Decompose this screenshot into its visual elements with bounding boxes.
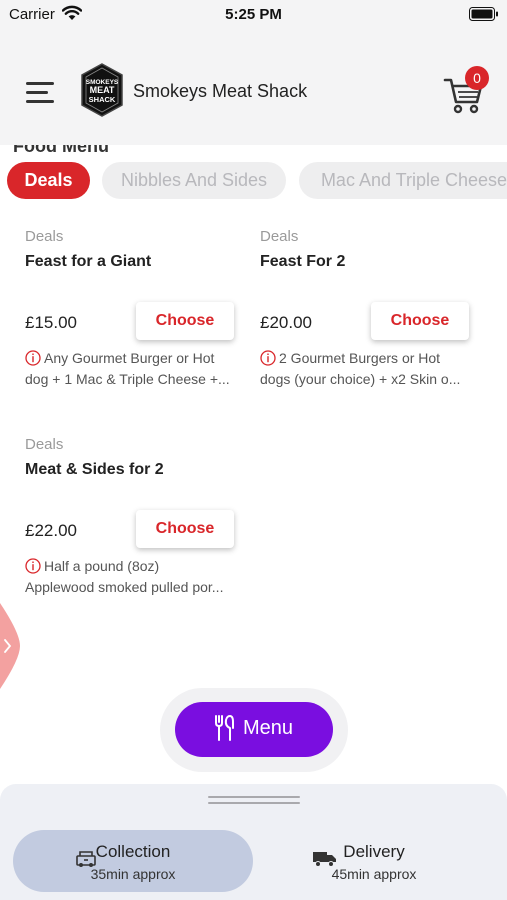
product-price: £15.00 [25,313,77,332]
menu-button[interactable]: Menu [175,702,333,757]
product-description: 2 Gourmet Burgers or Hot dogs (your choi… [260,348,472,390]
choose-button[interactable]: Choose [371,302,469,340]
menu-button-label: Menu [243,717,294,739]
delivery-option[interactable]: Delivery 45min approx [254,830,494,892]
hamburger-menu-icon[interactable] [26,80,58,104]
description-line-2: Applewood smoked pulled por... [25,579,224,595]
collection-option[interactable]: Collection 35min approx [13,830,253,892]
choose-button[interactable]: Choose [136,302,234,340]
cart-button[interactable]: 0 [443,66,491,114]
utensils-icon [215,715,234,741]
product-description: Half a pound (8oz) Applewood smoked pull… [25,556,237,598]
side-drawer-tab[interactable] [0,603,20,689]
cart-count-badge: 0 [465,66,489,90]
info-icon [25,350,41,366]
product-price: £20.00 [260,313,312,332]
description-line-2: dogs (your choice) + x2 Skin o... [260,371,461,387]
description-line-1: Any Gourmet Burger or Hot [44,350,215,366]
product-description: Any Gourmet Burger or Hot dog + 1 Mac & … [25,348,237,390]
category-tabs: Deals Nibbles And Sides Mac And Triple C… [0,162,507,200]
logo-text-3: SHACK [89,95,116,104]
section-title: Food Menu [13,145,109,156]
product-card[interactable]: Deals Feast For 2 £20.00 Choose 2 Gourme… [260,228,475,398]
battery-icon [469,7,498,21]
collection-time: 35min approx [90,866,176,882]
product-category: Deals [25,228,64,245]
status-bar: Carrier 5:25 PM [0,0,507,30]
collection-title: Collection [95,842,171,861]
tab-nibbles-and-sides[interactable]: Nibbles And Sides [102,162,286,199]
delivery-time: 45min approx [331,866,417,882]
description-line-1: Half a pound (8oz) [44,558,160,574]
tab-deals[interactable]: Deals [7,162,90,199]
tab-mac-and-triple-cheese[interactable]: Mac And Triple Cheese [299,162,507,199]
description-line-1: 2 Gourmet Burgers or Hot [279,350,441,366]
product-name: Meat & Sides for 2 [25,461,164,478]
product-category: Deals [260,228,299,245]
product-name: Feast for a Giant [25,253,152,270]
logo-text-2: MEAT [90,85,115,95]
status-time: 5:25 PM [225,6,282,23]
info-icon [25,558,41,574]
sheet-drag-handle[interactable] [208,796,300,806]
restaurant-logo: SMOKEYS MEAT SHACK [81,63,123,117]
description-line-2: dog + 1 Mac & Triple Cheese +... [25,371,230,387]
product-price: £22.00 [25,521,77,540]
app-name: Smokeys Meat Shack [133,81,308,101]
product-category: Deals [25,436,64,453]
order-type-sheet: Collection 35min approx Delivery 45min a… [0,784,507,900]
product-card[interactable]: Deals Meat & Sides for 2 £22.00 Choose H… [25,436,240,606]
delivery-title: Delivery [343,842,405,861]
section-title-clip: Food Menu [0,145,507,159]
choose-button[interactable]: Choose [136,510,234,548]
product-card[interactable]: Deals Feast for a Giant £15.00 Choose An… [25,228,240,398]
info-icon [260,350,276,366]
app-header: SMOKEYS MEAT SHACK Smokeys Meat Shack 0 [0,30,507,145]
product-name: Feast For 2 [260,253,346,270]
